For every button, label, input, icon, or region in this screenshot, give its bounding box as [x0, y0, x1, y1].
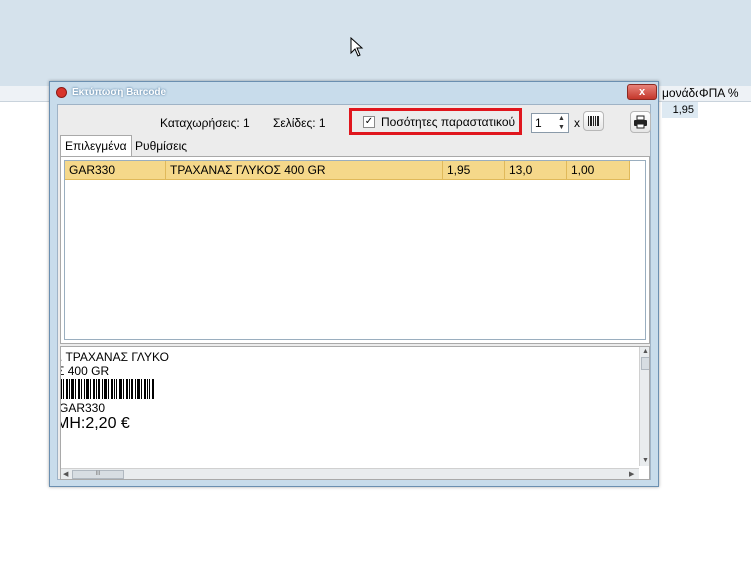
doc-quantities-label[interactable]: Ποσότητες παραστατικού [381, 115, 515, 129]
scroll-up-icon[interactable]: ▲ [642, 348, 649, 355]
label-preview: . ΤΡΑΧΑΝΑΣ ΓΛΥΚΟ Σ 400 GR GAR330 ΜΗ:2,20… [60, 346, 650, 480]
chevron-up-icon[interactable]: ▲ [555, 114, 568, 123]
cell-vat[interactable]: 13,0 [505, 161, 567, 179]
close-button[interactable]: x [627, 84, 657, 100]
doc-quantities-option: ✓ Ποσότητες παραστατικού [349, 108, 522, 135]
dialog-title: Εκτύπωση Barcode [72, 87, 167, 98]
items-grid: GAR330 ΤΡΑΧΑΝΑΣ ΓΛΥΚΟΣ 400 GR 1,95 13,0 … [64, 160, 646, 340]
chevron-down-icon[interactable]: ▼ [555, 123, 568, 132]
horizontal-scroll-thumb[interactable]: III [72, 470, 124, 479]
column-header-vat[interactable]: ΦΠΑ % [699, 86, 749, 101]
dialog-body: Καταχωρήσεις: 1 Σελίδες: 1 ✓ Ποσότητες π… [57, 104, 651, 480]
barcode-print-dialog: Εκτύπωση Barcode x Καταχωρήσεις: 1 Σελίδ… [49, 81, 659, 487]
scroll-down-icon[interactable]: ▼ [642, 457, 649, 464]
preview-price: ΜΗ:2,20 € [60, 415, 130, 432]
doc-quantities-checkbox[interactable]: ✓ [363, 116, 375, 128]
table-row[interactable]: GAR330 ΤΡΑΧΑΝΑΣ ΓΛΥΚΟΣ 400 GR 1,95 13,0 … [65, 161, 630, 180]
preview-description-line1: . ΤΡΑΧΑΝΑΣ ΓΛΥΚΟ [60, 350, 169, 364]
preview-description-line2: Σ 400 GR [60, 364, 110, 378]
column-header-unit[interactable]: μονάδα [662, 86, 698, 101]
top-area [0, 0, 751, 86]
barcode-button[interactable] [583, 111, 604, 131]
scroll-left-icon[interactable]: ◀ [63, 470, 68, 478]
entries-count: Καταχωρήσεις: 1 [160, 116, 250, 130]
cell-quantity[interactable]: 1,00 [567, 161, 630, 179]
barcode-image [61, 379, 154, 399]
barcode-icon [588, 116, 599, 126]
preview-vertical-scrollbar[interactable]: ▲ ▼ [639, 347, 649, 466]
dialog-titlebar[interactable]: Εκτύπωση Barcode x [50, 82, 658, 104]
background-cell-value[interactable]: 1,95 [662, 102, 698, 118]
app-icon [56, 87, 67, 98]
times-label: x [574, 116, 580, 130]
tab-selected-items[interactable]: Επιλεγμένα [60, 135, 132, 156]
printer-icon [634, 115, 647, 129]
copies-stepper[interactable]: ▲ ▼ [555, 114, 568, 132]
scroll-right-icon[interactable]: ▶ [629, 470, 634, 478]
vertical-scroll-thumb[interactable] [641, 357, 649, 370]
cell-description[interactable]: ΤΡΑΧΑΝΑΣ ΓΛΥΚΟΣ 400 GR [166, 161, 443, 179]
selected-items-panel: GAR330 ΤΡΑΧΑΝΑΣ ΓΛΥΚΟΣ 400 GR 1,95 13,0 … [60, 156, 650, 344]
print-button[interactable] [630, 111, 651, 133]
preview-code: GAR330 [60, 401, 106, 415]
pages-count: Σελίδες: 1 [273, 116, 326, 130]
cell-price[interactable]: 1,95 [443, 161, 505, 179]
mouse-cursor-icon [350, 37, 364, 57]
preview-horizontal-scrollbar[interactable]: ◀ III ▶ [61, 468, 639, 479]
cell-code[interactable]: GAR330 [65, 161, 166, 179]
